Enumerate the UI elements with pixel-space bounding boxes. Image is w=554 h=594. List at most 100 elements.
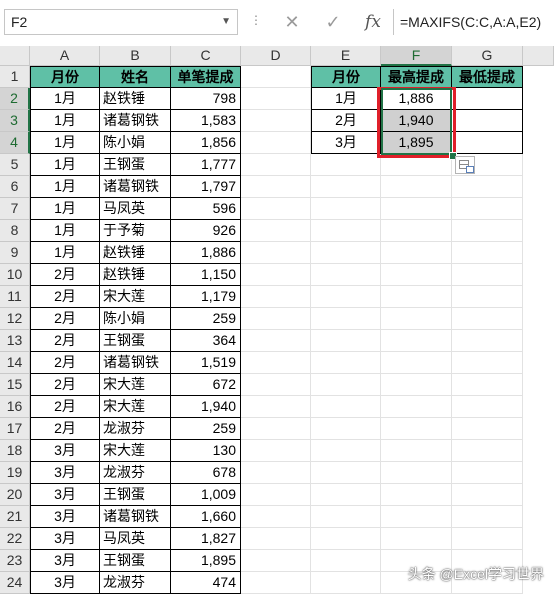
cell[interactable] [241, 286, 311, 308]
cell[interactable] [241, 462, 311, 484]
cell[interactable] [381, 418, 452, 440]
cell[interactable] [381, 198, 452, 220]
table-cell[interactable]: 3月 [30, 550, 100, 572]
cell[interactable] [452, 528, 523, 550]
cell[interactable] [311, 528, 381, 550]
table-header-cell[interactable]: 姓名 [100, 66, 171, 88]
table-cell[interactable]: 龙淑芬 [100, 572, 171, 594]
cell[interactable] [241, 242, 311, 264]
cell[interactable] [241, 550, 311, 572]
cell[interactable] [241, 330, 311, 352]
table-cell[interactable]: 1,827 [171, 528, 241, 550]
cell[interactable] [311, 352, 381, 374]
table-cell[interactable]: 诸葛钢铁 [100, 352, 171, 374]
table-cell[interactable]: 1,777 [171, 154, 241, 176]
cell[interactable] [381, 484, 452, 506]
table-cell[interactable]: 宋大莲 [100, 396, 171, 418]
cell[interactable] [241, 264, 311, 286]
max-commission-cell[interactable]: 1,895 [381, 132, 452, 154]
cell[interactable] [311, 462, 381, 484]
table-cell[interactable]: 2月 [30, 374, 100, 396]
row-header-3[interactable]: 3 [0, 110, 30, 132]
cell[interactable] [452, 484, 523, 506]
table-cell[interactable]: 马凤英 [100, 528, 171, 550]
table-cell[interactable]: 诸葛钢铁 [100, 176, 171, 198]
row-header-23[interactable]: 23 [0, 550, 30, 572]
row-header-19[interactable]: 19 [0, 462, 30, 484]
table-cell[interactable]: 宋大莲 [100, 286, 171, 308]
table-cell[interactable]: 龙淑芬 [100, 418, 171, 440]
table-cell[interactable]: 1,856 [171, 132, 241, 154]
max-commission-cell[interactable]: 1,940 [381, 110, 452, 132]
table-cell[interactable]: 诸葛钢铁 [100, 110, 171, 132]
cell[interactable] [241, 88, 311, 110]
check-icon[interactable]: ✓ [320, 9, 346, 35]
cell[interactable] [241, 308, 311, 330]
table-cell[interactable]: 王钢蛋 [100, 154, 171, 176]
summary-header-cell[interactable]: 最高提成 [381, 66, 452, 88]
cell[interactable] [381, 308, 452, 330]
cell[interactable] [311, 550, 381, 572]
cell[interactable] [241, 418, 311, 440]
cell[interactable] [452, 352, 523, 374]
table-cell[interactable]: 1月 [30, 176, 100, 198]
table-cell[interactable]: 1月 [30, 110, 100, 132]
row-header-8[interactable]: 8 [0, 220, 30, 242]
row-header-14[interactable]: 14 [0, 352, 30, 374]
cell[interactable] [381, 352, 452, 374]
cell[interactable] [381, 264, 452, 286]
column-header-e[interactable]: E [311, 46, 381, 66]
fx-icon[interactable]: fx [360, 9, 386, 35]
table-cell[interactable]: 2月 [30, 330, 100, 352]
table-cell[interactable]: 陈小娟 [100, 308, 171, 330]
cell[interactable] [241, 154, 311, 176]
cell[interactable] [311, 330, 381, 352]
row-header-13[interactable]: 13 [0, 330, 30, 352]
table-cell[interactable]: 1,660 [171, 506, 241, 528]
table-cell[interactable]: 赵铁锤 [100, 242, 171, 264]
row-header-5[interactable]: 5 [0, 154, 30, 176]
table-cell[interactable]: 1,886 [171, 242, 241, 264]
cell[interactable] [241, 198, 311, 220]
table-cell[interactable]: 诸葛钢铁 [100, 506, 171, 528]
cell[interactable] [452, 198, 523, 220]
column-header-a[interactable]: A [30, 46, 100, 66]
table-cell[interactable]: 3月 [30, 572, 100, 594]
row-header-7[interactable]: 7 [0, 198, 30, 220]
table-cell[interactable]: 1月 [30, 242, 100, 264]
cell[interactable] [381, 176, 452, 198]
table-cell[interactable]: 3月 [30, 484, 100, 506]
table-cell[interactable]: 1月 [30, 154, 100, 176]
table-cell[interactable]: 672 [171, 374, 241, 396]
table-cell[interactable]: 龙淑芬 [100, 462, 171, 484]
table-cell[interactable]: 王钢蛋 [100, 330, 171, 352]
table-cell[interactable]: 2月 [30, 352, 100, 374]
row-header-15[interactable]: 15 [0, 374, 30, 396]
row-header-9[interactable]: 9 [0, 242, 30, 264]
cell[interactable] [452, 418, 523, 440]
cell[interactable] [241, 66, 311, 88]
row-header-21[interactable]: 21 [0, 506, 30, 528]
cell[interactable] [311, 418, 381, 440]
name-box[interactable]: F2 ▼ [4, 9, 238, 35]
cell[interactable] [381, 154, 452, 176]
table-cell[interactable]: 678 [171, 462, 241, 484]
cell[interactable] [311, 154, 381, 176]
row-header-22[interactable]: 22 [0, 528, 30, 550]
row-header-4[interactable]: 4 [0, 132, 30, 154]
cell[interactable] [241, 572, 311, 594]
row-header-12[interactable]: 12 [0, 308, 30, 330]
summary-month-cell[interactable]: 3月 [311, 132, 381, 154]
row-header-6[interactable]: 6 [0, 176, 30, 198]
cell[interactable] [311, 374, 381, 396]
table-cell[interactable]: 1月 [30, 132, 100, 154]
cancel-icon[interactable]: ✕ [279, 9, 305, 35]
max-commission-cell[interactable]: 1,886 [381, 88, 452, 110]
table-cell[interactable]: 1,940 [171, 396, 241, 418]
table-cell[interactable]: 1,009 [171, 484, 241, 506]
column-header-d[interactable]: D [241, 46, 311, 66]
table-cell[interactable]: 2月 [30, 264, 100, 286]
cell[interactable] [241, 528, 311, 550]
table-cell[interactable]: 3月 [30, 506, 100, 528]
cell[interactable] [311, 264, 381, 286]
